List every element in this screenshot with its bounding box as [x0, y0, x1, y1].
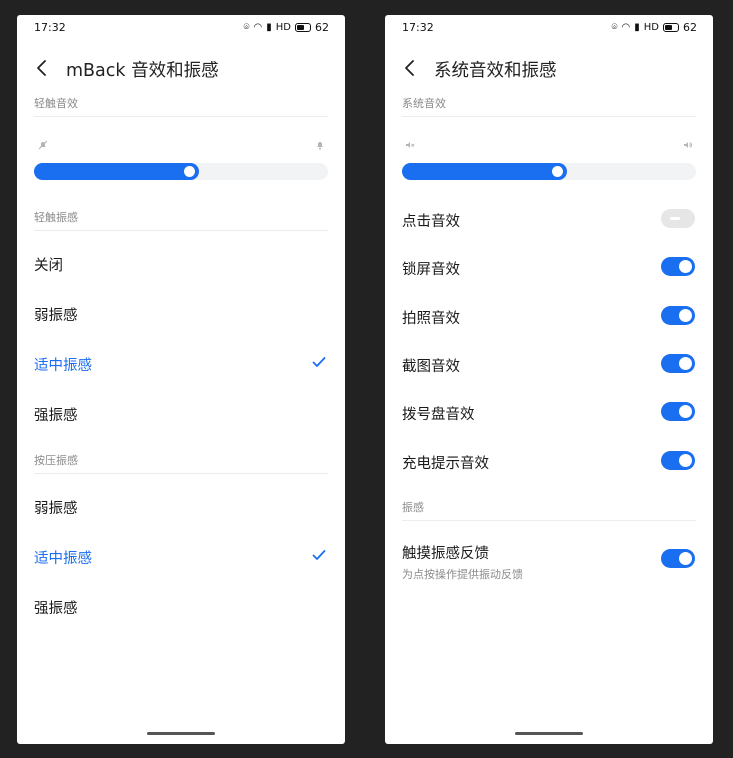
- dialpad-sound-toggle[interactable]: [661, 402, 695, 421]
- bell-icon: [317, 142, 323, 150]
- network-label: HD: [275, 22, 291, 33]
- toggle-knob: [670, 217, 680, 220]
- divider: [34, 473, 328, 474]
- toggle-knob: [679, 357, 692, 370]
- alarm-icon: ⌾: [243, 22, 250, 33]
- status-time: 17:32: [34, 21, 66, 34]
- option-touch-medium[interactable]: 适中振感: [34, 351, 328, 375]
- haptic-feedback-toggle[interactable]: [661, 549, 695, 568]
- option-touch-weak[interactable]: 弱振感: [34, 301, 328, 325]
- toggle-label: 锁屏音效: [402, 262, 460, 278]
- network-label: HD: [643, 22, 659, 33]
- signal-icon: ▮: [266, 22, 272, 33]
- status-icons: ⌾ ◠ ▮ HD 62: [612, 21, 697, 34]
- page-title: 系统音效和振感: [434, 61, 557, 81]
- section-system-sound: 系统音效: [402, 97, 446, 110]
- status-time: 17:32: [402, 21, 434, 34]
- row-dialpad-sound: 拨号盘音效: [402, 400, 696, 426]
- mute-bell-icon: [38, 140, 48, 150]
- toggle-knob: [679, 260, 692, 273]
- click-sound-toggle[interactable]: [661, 209, 695, 228]
- option-label: 弱振感: [34, 501, 78, 517]
- wifi-icon: ◠: [621, 22, 631, 33]
- toggle-knob: [679, 309, 692, 322]
- row-lock-screen-sound: 锁屏音效: [402, 255, 696, 281]
- divider: [402, 520, 696, 521]
- signal-icon: ▮: [634, 22, 640, 33]
- battery-level: 62: [683, 21, 697, 34]
- charging-sound-toggle[interactable]: [661, 451, 695, 470]
- option-touch-strong[interactable]: 强振感: [34, 401, 328, 425]
- slider-fill: [402, 163, 567, 180]
- volume-mute-icon: [406, 142, 415, 148]
- section-vibration: 振感: [402, 501, 424, 514]
- option-label: 关闭: [34, 258, 63, 274]
- system-sound-screen: 17:32 ⌾ ◠ ▮ HD 62 系统音效和振感 系统音效 点击音效 锁屏音效…: [385, 15, 713, 744]
- row-haptic-feedback: 触摸振感反馈 为点按操作提供振动反馈: [402, 539, 696, 583]
- back-arrow-icon[interactable]: [402, 59, 416, 77]
- battery-icon: [663, 23, 679, 32]
- lock-screen-sound-toggle[interactable]: [661, 257, 695, 276]
- touch-sound-slider[interactable]: [34, 163, 328, 180]
- option-label: 弱振感: [34, 308, 78, 324]
- option-label: 适中振感: [34, 358, 92, 374]
- row-charging-sound: 充电提示音效: [402, 449, 696, 475]
- camera-sound-toggle[interactable]: [661, 306, 695, 325]
- toggle-label: 拍照音效: [402, 311, 460, 327]
- slider-thumb[interactable]: [552, 166, 563, 177]
- option-touch-off[interactable]: 关闭: [34, 251, 328, 275]
- home-indicator[interactable]: [515, 732, 583, 735]
- slider-thumb[interactable]: [184, 166, 195, 177]
- status-bar: 17:32 ⌾ ◠ ▮ HD 62: [385, 15, 713, 41]
- row-camera-sound: 拍照音效: [402, 304, 696, 330]
- section-touch-vibration: 轻触振感: [34, 211, 78, 224]
- battery-level: 62: [315, 21, 329, 34]
- section-press-vibration: 按压振感: [34, 454, 78, 467]
- option-label: 强振感: [34, 601, 78, 617]
- option-press-medium[interactable]: 适中振感: [34, 544, 328, 568]
- slider-fill: [34, 163, 199, 180]
- back-arrow-icon[interactable]: [34, 59, 48, 77]
- toggle-label: 截图音效: [402, 359, 460, 375]
- header: mBack 音效和振感: [17, 55, 345, 81]
- row-click-sound: 点击音效: [402, 207, 696, 233]
- section-touch-sound: 轻触音效: [34, 97, 78, 110]
- toggle-label: 触摸振感反馈: [402, 546, 489, 562]
- toggle-label: 点击音效: [402, 214, 460, 230]
- toggle-knob: [679, 405, 692, 418]
- header: 系统音效和振感: [385, 55, 713, 81]
- divider: [402, 116, 696, 117]
- alarm-icon: ⌾: [611, 22, 618, 33]
- toggle-knob: [679, 552, 692, 565]
- row-screenshot-sound: 截图音效: [402, 352, 696, 378]
- option-press-weak[interactable]: 弱振感: [34, 494, 328, 518]
- toggle-knob: [679, 454, 692, 467]
- toggle-description: 为点按操作提供振动反馈: [402, 568, 523, 581]
- system-sound-slider[interactable]: [402, 163, 696, 180]
- option-label: 强振感: [34, 408, 78, 424]
- mback-sound-screen: 17:32 ⌾ ◠ ▮ HD 62 mBack 音效和振感 轻触音效 轻触振感 …: [17, 15, 345, 744]
- option-label: 适中振感: [34, 551, 92, 567]
- status-icons: ⌾ ◠ ▮ HD 62: [244, 21, 329, 34]
- status-bar: 17:32 ⌾ ◠ ▮ HD 62: [17, 15, 345, 41]
- divider: [34, 116, 328, 117]
- battery-icon: [295, 23, 311, 32]
- home-indicator[interactable]: [147, 732, 215, 735]
- toggle-label: 拨号盘音效: [402, 407, 475, 423]
- screenshot-sound-toggle[interactable]: [661, 354, 695, 373]
- check-icon: [312, 357, 326, 367]
- divider: [34, 230, 328, 231]
- check-icon: [312, 550, 326, 560]
- option-press-strong[interactable]: 强振感: [34, 594, 328, 618]
- wifi-icon: ◠: [253, 22, 263, 33]
- page-title: mBack 音效和振感: [66, 61, 219, 81]
- toggle-label: 充电提示音效: [402, 456, 489, 472]
- volume-up-icon: [684, 142, 693, 148]
